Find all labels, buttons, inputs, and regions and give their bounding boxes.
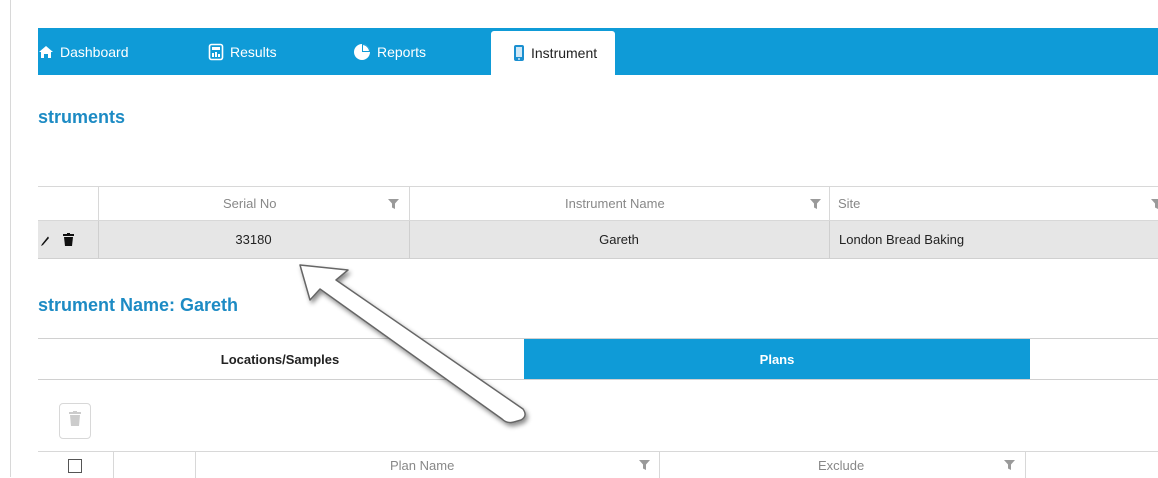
site-cell: London Bread Baking [839, 232, 965, 247]
filter-icon[interactable] [810, 187, 821, 220]
instruments-title: struments [38, 107, 126, 127]
nav-reports-label: Reports [377, 43, 427, 60]
tab-plans[interactable]: Plans [524, 339, 1030, 379]
pie-chart-icon [353, 43, 371, 61]
serial-no-cell: 33180 [235, 232, 272, 247]
delete-button[interactable] [59, 403, 91, 439]
calculator-icon [208, 43, 224, 61]
tabs-bottom-border [38, 379, 1158, 380]
instruments-grid-header: Serial No Instrument Name Site [38, 187, 1158, 221]
top-nav-bar: Dashboard Results Reports Instrument [38, 28, 1158, 75]
nav-results[interactable]: Results [208, 28, 277, 75]
column-header-serial-no[interactable]: Serial No [223, 187, 276, 220]
plans-grid-header: Plan Name Exclude [38, 451, 1158, 478]
phone-icon [513, 44, 525, 62]
nav-dashboard-label: Dashboard [60, 43, 129, 60]
column-header-plan-name[interactable]: Plan Name [390, 452, 454, 478]
nav-dashboard[interactable]: Dashboard [38, 28, 129, 75]
nav-instrument[interactable]: Instrument [491, 31, 616, 75]
filter-icon[interactable] [1151, 187, 1158, 220]
nav-instrument-label: Instrument [531, 45, 598, 61]
table-row[interactable]: 33180 Gareth London Bread Baking [38, 221, 1158, 259]
trash-icon [69, 411, 81, 431]
nav-results-label: Results [230, 43, 277, 60]
trash-icon[interactable] [63, 221, 74, 258]
left-divider [10, 0, 11, 477]
filter-icon[interactable] [639, 452, 650, 478]
column-header-site[interactable]: Site [838, 187, 860, 220]
filter-icon[interactable] [388, 187, 399, 220]
tab-locations-samples[interactable]: Locations/Samples [38, 339, 522, 379]
instrument-name-cell: Gareth [599, 232, 639, 247]
column-header-exclude[interactable]: Exclude [818, 452, 864, 478]
nav-reports[interactable]: Reports [353, 28, 426, 75]
home-icon [38, 45, 54, 59]
pencil-icon[interactable] [40, 221, 50, 258]
column-header-instrument-name[interactable]: Instrument Name [565, 187, 665, 220]
select-all-checkbox[interactable] [68, 459, 82, 473]
filter-icon[interactable] [1004, 452, 1015, 478]
instrument-detail-title: strument Name: Gareth [38, 295, 239, 315]
